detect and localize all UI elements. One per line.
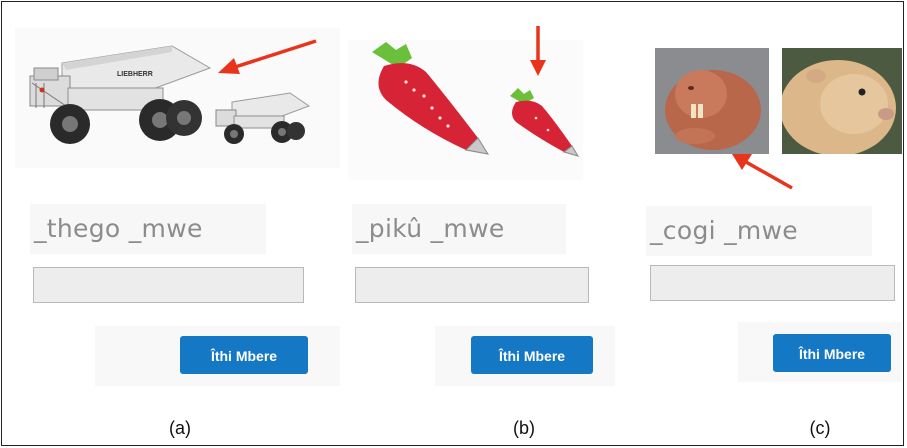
panel-c: _cogi _mwe Îthi Mbere (c) [630,0,907,448]
mining-truck-small-image [215,92,311,144]
word-prompt: _pikû _mwe [352,204,566,254]
mole-rat-photo-image [782,48,902,154]
next-button[interactable]: Îthi Mbere [773,334,891,372]
word-prompt: _cogi _mwe [646,206,872,256]
next-button[interactable]: Îthi Mbere [471,336,593,374]
mining-truck-large-image: LIEBHERR [29,45,212,144]
word-prompt: _thego _mwe [30,204,266,254]
answer-input[interactable] [355,267,589,303]
arrow-icon [530,26,546,76]
truck-brand-text: LIEBHERR [117,71,153,78]
panel-b: _pikû _mwe Îthi Mbere (b) [340,0,630,448]
answer-input[interactable] [33,267,304,303]
caption-a: (a) [169,418,191,438]
next-button[interactable]: Îthi Mbere [180,336,308,374]
naked-mole-rat-image [655,48,769,154]
caption-c: (c) [809,418,831,438]
arrow-icon [732,154,793,190]
answer-input[interactable] [650,265,895,301]
panel-a: LIEBHERR _thego _mwe Îthi Mbere (a) [0,0,340,448]
strawberry-huller-large-image [372,42,490,155]
arrow-icon [218,39,317,74]
caption-b: (b) [513,418,535,438]
strawberry-huller-small-image [510,88,580,157]
